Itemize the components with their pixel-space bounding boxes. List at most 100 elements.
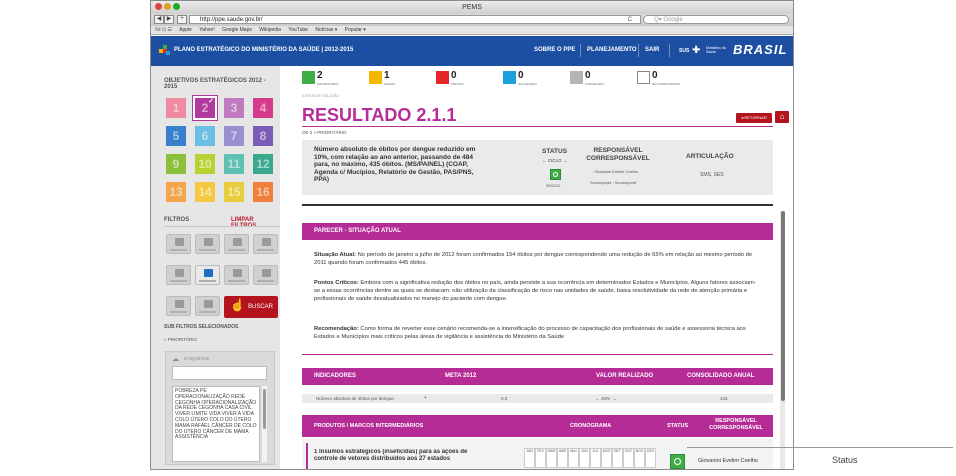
situacao-text: No período de janeiro a julho de 2012 fo… (314, 252, 753, 266)
page-title: RESULTADO 2.1.1 (302, 105, 457, 125)
bookmark-youtube[interactable]: YouTube (288, 27, 308, 33)
objective-tile-14[interactable]: 14 (195, 182, 215, 202)
produto-status-indicator (670, 454, 685, 469)
produtos-col: PRODUTOS / MARCOS INTERMEDIÁRIOS (314, 423, 424, 429)
pontos-text: Embora com a significativa redução dos ó… (314, 280, 756, 302)
subfilter-item[interactable]: » PRIORITÁRIO (164, 337, 197, 342)
tags-scrollbar[interactable] (262, 386, 267, 462)
legend-color-swatch (436, 71, 449, 84)
legend-label: CRÍTICO (451, 82, 464, 86)
objective-tile-12[interactable]: 12 (253, 154, 273, 174)
cycle-control[interactable]: ← CICLO → (542, 158, 567, 163)
month-cell: SET (612, 448, 623, 468)
filter-button[interactable] (166, 234, 191, 254)
page-scrollbar[interactable] (780, 211, 785, 469)
nav-planejamento[interactable]: PLANEJAMENTO (587, 47, 637, 53)
nav-sobre[interactable]: SOBRE O PPE (534, 47, 575, 53)
ministerio-logo: Ministério da Saúde (706, 46, 726, 54)
objective-tile-5[interactable]: 5 (166, 126, 186, 146)
responsavel-col: RESPONSÁVEL CORRESPONSÁVEL (709, 418, 763, 431)
status-header: STATUS (542, 148, 568, 155)
bookmark-apple[interactable]: Apple (179, 27, 192, 33)
ppe-logo-icon (159, 45, 170, 55)
objective-tile-15[interactable]: 15 (224, 182, 244, 202)
objective-tile-7[interactable]: 7 (224, 126, 244, 146)
filter-button-active[interactable] (195, 265, 220, 285)
reload-icon[interactable]: C (628, 16, 632, 24)
clear-filters-link[interactable]: LIMPAR FILTROS (231, 217, 280, 229)
indicador-consolidado: 133 (720, 396, 728, 401)
objective-tile-11[interactable]: 11 (224, 154, 244, 174)
bookmark-google-maps[interactable]: Google Maps (222, 27, 252, 33)
month-cell: MAI (568, 448, 579, 468)
search-hand-icon: ☝ (230, 298, 245, 312)
legend-label: SATISFATÓRIO (317, 82, 339, 86)
minimize-window-icon[interactable] (164, 3, 171, 10)
site-title: PLANO ESTRATÉGICO DO MINISTÉRIO DA SAÚDE… (174, 47, 354, 53)
tags-panel: ☁ ETIQUETAS POBREZA PE OPERACIONALIZAÇÃO… (165, 351, 275, 465)
bookmark-noticias[interactable]: Notícias ▾ (315, 27, 337, 33)
indicador-row: Número absoluto de óbitos por dengue. + … (302, 394, 773, 403)
close-window-icon[interactable] (155, 3, 162, 10)
objective-tile-4[interactable]: 4 (253, 98, 273, 118)
recomendacao-text: Como forma de reverter esse cenário reco… (314, 326, 746, 340)
legend-label: ALERTA (384, 82, 396, 86)
month-cell: MAR (546, 448, 557, 468)
legend-label: CANCELADO (585, 82, 604, 86)
filter-button[interactable] (166, 296, 191, 316)
produto-item: 1 Insumos estrategicos (inseticidas) par… (314, 449, 468, 462)
nav-sair[interactable]: SAIR (645, 47, 659, 53)
realizado-col: VALOR REALIZADO (596, 373, 654, 379)
filter-button[interactable] (195, 296, 220, 316)
objective-tile-8[interactable]: 8 (253, 126, 273, 146)
filters-title: FILTROS (164, 217, 190, 223)
cronograma-col: CRONOGRAMA (570, 423, 612, 429)
divider (164, 226, 280, 227)
page-scrollbar-thumb[interactable] (780, 211, 785, 401)
month-cell: FEV (535, 448, 546, 468)
google-search-field[interactable]: Q▾ Google (643, 15, 789, 24)
filter-button[interactable] (166, 265, 191, 285)
bookmark-wikipedia[interactable]: Wikipedia (259, 27, 281, 33)
browser-window: PEMS ◀ ▶ + http://ppe.saude.gov.br/ C Q▾… (150, 0, 794, 470)
add-bookmark-button[interactable]: + (177, 15, 187, 24)
bookmark-yahoo[interactable]: Yahoo! (199, 27, 214, 33)
filter-button[interactable] (224, 265, 249, 285)
tags-list[interactable]: POBREZA PE OPERACIONALIZAÇÃO REDE CEGONH… (172, 386, 260, 462)
title-underline (302, 126, 773, 127)
zoom-window-icon[interactable] (173, 3, 180, 10)
indicador-realizado[interactable]: ← JUN- → (595, 396, 617, 401)
indicador-edit-icon[interactable]: + (424, 395, 427, 401)
indicadores-header: INDICADORES META 2012 VALOR REALIZADO CO… (302, 368, 773, 385)
back-link-button[interactable]: ◂ RETORNAR (736, 113, 772, 123)
objective-tile-1[interactable]: 1 (166, 98, 186, 118)
back-button[interactable]: ◀ (154, 15, 164, 24)
forward-button[interactable]: ▶ (164, 15, 174, 24)
indicador-meta: 0,0 (501, 396, 508, 401)
objective-tile-3[interactable]: 3 (224, 98, 244, 118)
responsavel-header: RESPONSÁVEL CORRESPONSÁVEL (586, 147, 650, 162)
tags-input[interactable] (172, 366, 267, 380)
objective-tile-9[interactable]: 9 (166, 154, 186, 174)
objective-tile-10[interactable]: 10 (195, 154, 215, 174)
legend-color-swatch (637, 71, 650, 84)
home-icon[interactable]: ⌂ (775, 111, 789, 123)
objective-tile-13[interactable]: 13 (166, 182, 186, 202)
url-field[interactable]: http://ppe.saude.gov.br/ C (189, 15, 641, 24)
objective-tile-6[interactable]: 6 (195, 126, 215, 146)
bookmarks-bar: 6d ⊡ ☰ Apple Yahoo! Google Maps Wikipedi… (151, 26, 793, 35)
indicador-name: Número absoluto de óbitos por dengue. (316, 396, 396, 401)
filter-button[interactable] (253, 265, 278, 285)
cross-icon: ✚ (692, 45, 701, 56)
objective-tile-2[interactable]: 2 ✓ (193, 96, 217, 120)
search-button[interactable]: ☝ BUSCAR (224, 296, 278, 318)
bookmark-popular[interactable]: Popular ▾ (345, 27, 366, 33)
month-cell: JAN (524, 448, 535, 468)
recomendacao-label: Recomendação: (314, 326, 359, 332)
filter-button[interactable] (195, 234, 220, 254)
filter-button[interactable] (253, 234, 278, 254)
objective-tile-16[interactable]: 16 (253, 182, 273, 202)
window-titlebar: PEMS (151, 1, 793, 14)
filter-button[interactable] (224, 234, 249, 254)
reading-list-icon[interactable]: 6d ⊡ ☰ (155, 27, 172, 33)
